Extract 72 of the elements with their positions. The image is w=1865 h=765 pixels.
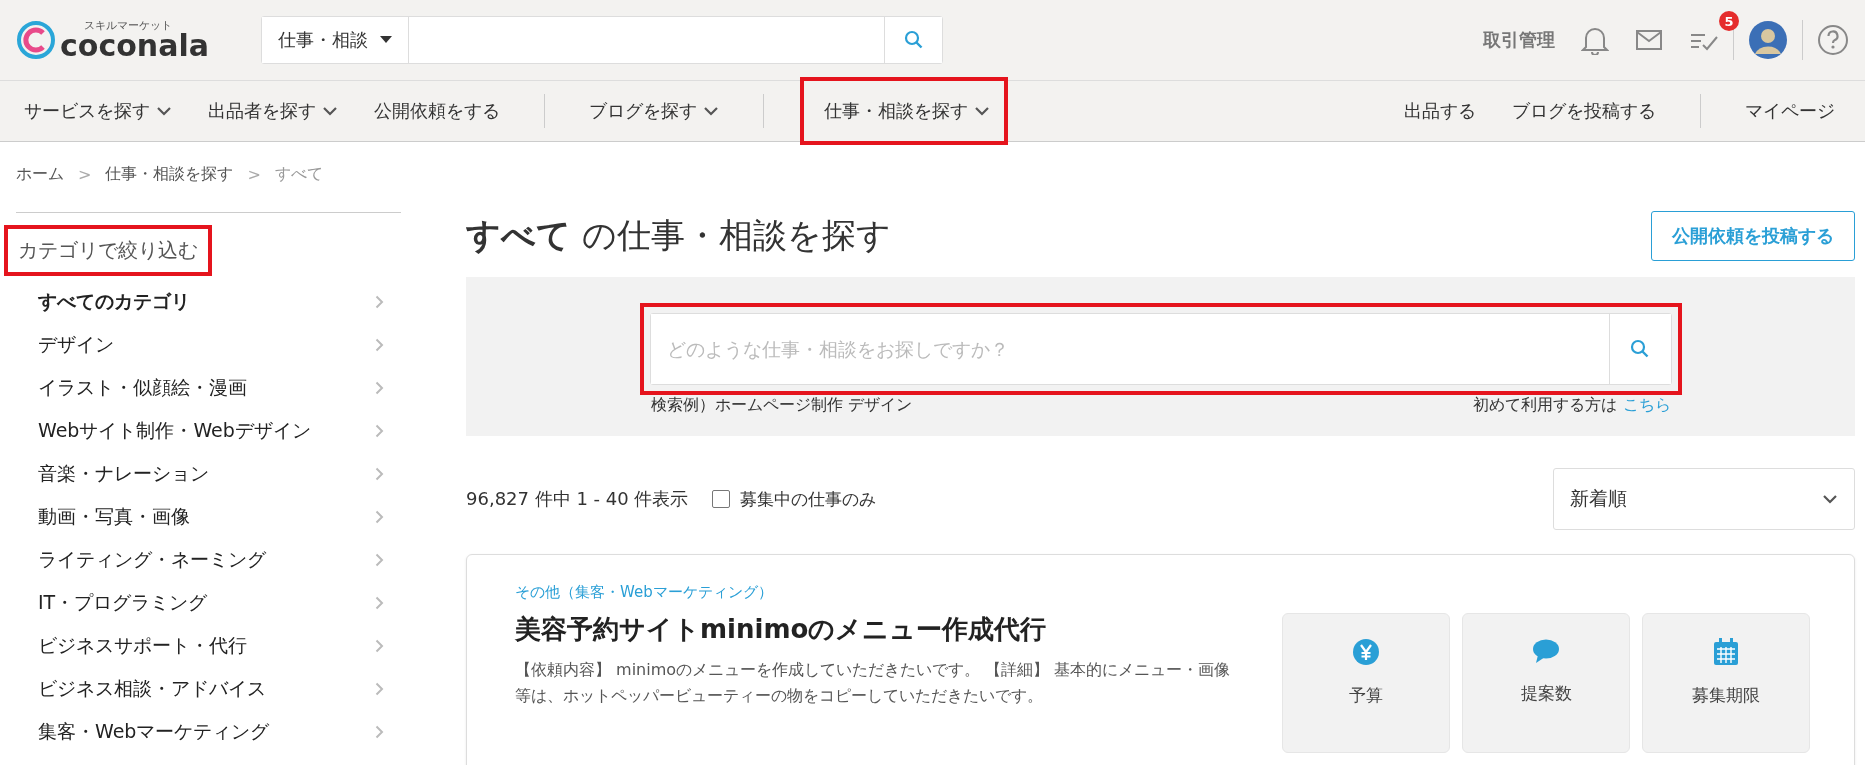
chevron-right-icon — [375, 294, 384, 309]
logo-tagline: スキルマーケット — [84, 19, 172, 31]
search-icon — [903, 30, 924, 50]
chevron-down-icon — [974, 106, 990, 116]
category-item[interactable]: 動画・写真・画像 — [38, 495, 384, 538]
breadcrumb-separator: > — [78, 165, 92, 184]
chevron-right-icon — [375, 466, 384, 481]
category-item[interactable]: イラスト・似顔絵・漫画 — [38, 366, 384, 409]
breadcrumb-link[interactable]: 仕事・相談を探す — [105, 164, 234, 185]
logo-text[interactable]: coconala — [60, 30, 209, 61]
search-example: 検索例）ホームページ制作 デザイン — [650, 395, 912, 416]
caret-icon — [380, 36, 392, 44]
category-item[interactable]: ライティング・ネーミング — [38, 538, 384, 581]
job-description: 【依頼内容】 minimoのメニューを作成していただきたいです。 【詳細】 基本的にメニュー・画像等は、ホットペッパービューティーの物をコピーしていただきたいです。 — [515, 659, 1232, 707]
chevron-down-icon — [322, 106, 338, 116]
search-icon — [1630, 339, 1650, 359]
checkbox-label: 募集中の仕事のみ — [740, 487, 877, 511]
breadcrumb-separator: > — [247, 165, 261, 184]
notification-badge: 5 — [1719, 11, 1739, 31]
help-icon[interactable] — [1817, 24, 1849, 56]
yen-icon — [1352, 638, 1380, 666]
category-item[interactable]: ビジネスサポート・代行 — [38, 624, 384, 667]
nav-link[interactable]: サービスを探す — [6, 85, 190, 137]
bell-icon[interactable] — [1581, 25, 1609, 55]
chevron-right-icon — [375, 724, 384, 739]
nav-link[interactable]: 仕事・相談を探す — [800, 77, 1008, 145]
calendar-icon — [1713, 638, 1739, 666]
nav-link[interactable]: 公開依頼をする — [356, 85, 518, 137]
search-button[interactable] — [884, 17, 942, 63]
category-item[interactable]: 音楽・ナレーション — [38, 452, 384, 495]
chevron-right-icon — [375, 337, 384, 352]
category-item[interactable]: デザイン — [38, 323, 384, 366]
search-field[interactable]: 仕事・相談 — [261, 16, 943, 64]
chevron-right-icon — [375, 509, 384, 524]
logo-icon[interactable] — [16, 20, 56, 60]
chevron-right-icon — [375, 638, 384, 653]
help-text: 初めて利用する方は — [1472, 395, 1617, 416]
category-item[interactable]: Webサイト制作・Webデザイン — [38, 409, 384, 452]
checkbox[interactable] — [712, 490, 731, 508]
nav-link[interactable]: ブログを探す — [571, 85, 737, 137]
search-button[interactable] — [1608, 314, 1671, 384]
nav-link[interactable]: 出品者を探す — [190, 85, 356, 137]
chevron-down-icon — [156, 106, 172, 116]
avatar-icon[interactable] — [1748, 20, 1788, 60]
nav-link[interactable]: 出品する — [1386, 85, 1494, 137]
sort-dropdown[interactable]: 新着順 — [1553, 468, 1855, 530]
chevron-right-icon — [375, 595, 384, 610]
chevron-down-icon — [703, 106, 719, 116]
sidebar-heading: カテゴリで絞り込む — [4, 225, 212, 276]
page-title: すべて の仕事・相談を探す — [466, 214, 891, 257]
chevron-right-icon — [375, 552, 384, 567]
category-item[interactable]: すべてのカテゴリ — [38, 280, 384, 323]
search-field[interactable]: どのような仕事・相談をお探しですか？ — [649, 313, 1672, 385]
stat-label: 予算 — [1349, 684, 1383, 707]
category-item[interactable]: ビジネス相談・アドバイス — [38, 667, 384, 710]
chevron-right-icon — [375, 681, 384, 696]
chevron-down-icon — [1822, 494, 1838, 504]
mail-icon[interactable] — [1635, 29, 1663, 51]
stat-label: 募集期限 — [1692, 684, 1760, 707]
job-title[interactable]: 美容予約サイトminimoのメニュー作成代行 — [515, 612, 1235, 647]
result-count: 96,827 件中 1 - 40 件表示 — [466, 487, 689, 511]
speech-bubble-icon — [1532, 638, 1560, 664]
chevron-right-icon — [375, 380, 384, 395]
nav-link[interactable]: ブログを投稿する — [1494, 85, 1674, 137]
category-item[interactable]: IT・プログラミング — [38, 581, 384, 624]
stat-label: 提案数 — [1520, 682, 1572, 705]
chevron-right-icon — [375, 423, 384, 438]
breadcrumb-link[interactable]: ホーム — [16, 164, 64, 185]
category-item[interactable]: 集客・Webマーケティング — [38, 710, 384, 753]
nav-link[interactable]: マイページ — [1727, 85, 1853, 137]
category-dropdown[interactable]: 仕事・相談 — [262, 17, 409, 63]
trade-management-link[interactable]: 取引管理 — [1483, 28, 1555, 52]
